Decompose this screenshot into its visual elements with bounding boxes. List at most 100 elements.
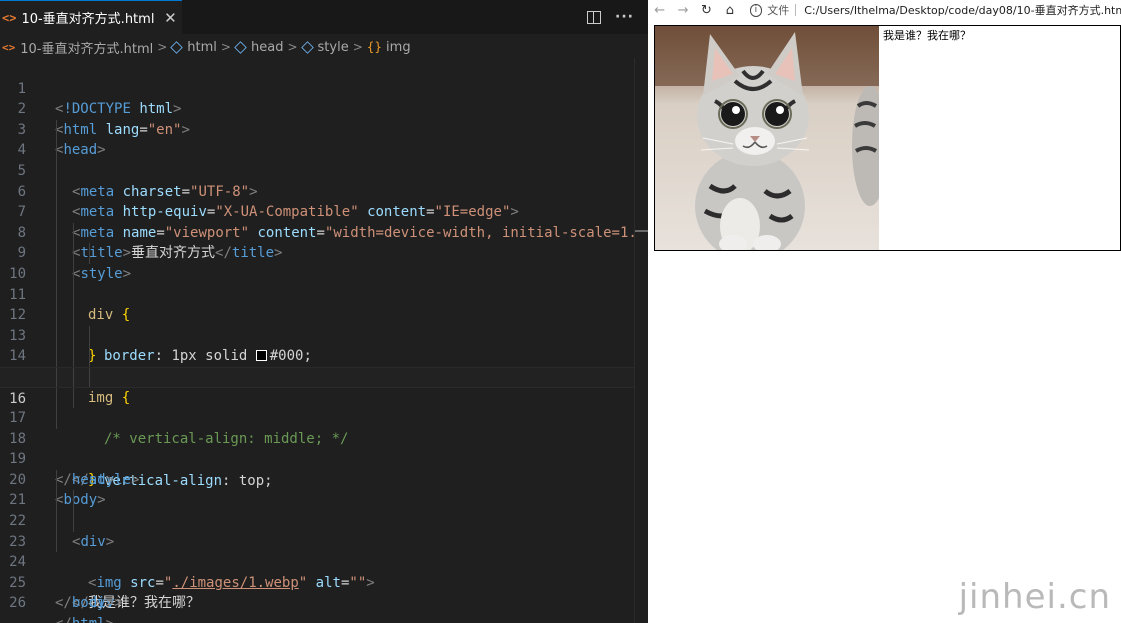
- indent-guide: [56, 490, 57, 512]
- breadcrumb-style[interactable]: style: [300, 39, 349, 55]
- code-line-current: 16 vertical-align: top;: [0, 366, 634, 489]
- chevron-right-icon: >: [352, 40, 363, 54]
- indent-guide: [56, 119, 57, 141]
- token: </: [55, 616, 72, 623]
- code-line: 15: [0, 346, 634, 385]
- indent-guide: [73, 387, 74, 409]
- code-line: 9 div {: [0, 222, 634, 323]
- editor-tab-bar: <> 10-垂直对齐方式.html ✕ ···: [0, 0, 648, 34]
- editor-scrollbar[interactable]: [634, 58, 649, 623]
- code-line: 5 <meta http-equiv="X-UA-Compatible" con…: [0, 140, 634, 220]
- indent-guide: [56, 222, 57, 244]
- indent-guide: [56, 305, 57, 326]
- back-arrow-icon[interactable]: ←: [648, 3, 671, 18]
- protocol-label: 文件: [767, 4, 790, 17]
- reload-icon[interactable]: ↻: [695, 3, 718, 18]
- code-line: 14 /* vertical-align: middle; */: [0, 325, 634, 447]
- indent-guide: [56, 160, 57, 182]
- code-line: 1 <!DOCTYPE html>: [0, 58, 634, 118]
- indent-guide: [56, 284, 57, 306]
- code-line: 10 border: 1px solid #000;: [0, 243, 634, 364]
- indent-guide: [56, 408, 57, 429]
- browser-toolbar: ← → ↻ ⌂ i 文件 C:/Users/Ithelma/Desktop/co…: [648, 0, 1121, 20]
- token: body: [71, 595, 106, 612]
- code-line: 26 </html>: [0, 573, 634, 623]
- code-text: </html>: [55, 614, 114, 623]
- code-line: 19 </head>: [0, 429, 634, 488]
- breadcrumb: <> 10-垂直对齐方式.html > html > head > style …: [0, 36, 648, 58]
- code-line: 11 }: [0, 263, 634, 364]
- indent-guide: [56, 325, 57, 347]
- indent-guide: [56, 469, 57, 491]
- css-rule-icon: {}: [366, 40, 383, 54]
- indent-guide: [89, 346, 90, 367]
- code-line: 24 </div>: [0, 531, 634, 611]
- close-icon[interactable]: ✕: [162, 9, 178, 27]
- breadcrumb-html-label: html: [187, 39, 217, 55]
- line-number: 26: [9, 595, 26, 612]
- breadcrumb-head[interactable]: head: [234, 39, 284, 55]
- address-bar[interactable]: C:/Users/Ithelma/Desktop/code/day08/10-垂…: [804, 2, 1121, 18]
- more-actions-icon[interactable]: ···: [615, 9, 634, 25]
- indent-guide: [73, 367, 74, 387]
- indent-guide: [89, 243, 90, 264]
- home-icon[interactable]: ⌂: [718, 3, 741, 18]
- breadcrumb-file-label: 10-垂直对齐方式.html: [20, 41, 154, 57]
- indent-guide: [73, 263, 74, 285]
- chevron-right-icon: >: [287, 40, 298, 54]
- browser-window: ← → ↻ ⌂ i 文件 C:/Users/Ithelma/Desktop/co…: [648, 0, 1121, 623]
- token: >: [105, 595, 115, 612]
- indent-guide: [89, 325, 90, 347]
- code-line: 13 img {: [0, 305, 634, 406]
- indent-guide: [56, 243, 57, 264]
- code-text: </body>: [55, 593, 114, 614]
- indent-guide: [73, 325, 74, 347]
- code-line: 23 我是谁？我在哪？: [0, 511, 634, 611]
- scroll-position-marker: [635, 230, 649, 232]
- editor-tab[interactable]: <> 10-垂直对齐方式.html ✕: [0, 0, 182, 34]
- element-cube-icon: [234, 40, 247, 54]
- indent-guide: [73, 490, 74, 512]
- breadcrumb-head-label: head: [250, 39, 284, 55]
- breadcrumb-file[interactable]: <> 10-垂直对齐方式.html: [2, 38, 153, 57]
- token: >: [106, 616, 114, 623]
- token: html: [72, 616, 106, 623]
- code-line: 7 <title>垂直对齐方式</title>: [0, 181, 634, 261]
- code-line: 22 <img src="./images/1.webp" alt="">: [0, 490, 634, 591]
- forward-arrow-icon[interactable]: →: [671, 3, 694, 18]
- indent-guide: [73, 243, 74, 264]
- code-line: 17 }: [0, 387, 634, 488]
- element-cube-icon: [300, 40, 314, 54]
- bordered-div: 我是谁？我在哪？: [654, 25, 1121, 251]
- editor-actions: ···: [587, 0, 634, 34]
- indent-guide: [56, 181, 57, 203]
- indent-guide: [56, 263, 57, 285]
- indent-guide: [56, 140, 57, 161]
- indent-guide: [73, 284, 74, 306]
- token: >: [114, 595, 123, 612]
- code-line: 3 <head>: [0, 99, 634, 159]
- code-area[interactable]: 1 <!DOCTYPE html> 2 <html lang="en"> 3 <…: [0, 58, 662, 623]
- split-editor-icon[interactable]: [587, 10, 602, 24]
- breadcrumb-img[interactable]: {} img: [367, 40, 411, 55]
- watermark: jinhei.cn: [958, 577, 1111, 617]
- indent-guide: [56, 367, 57, 387]
- tab-title: 10-垂直对齐方式.html: [21, 12, 155, 27]
- page-viewport: 我是谁？我在哪？: [648, 20, 1121, 623]
- code-line: 25 </body>: [0, 552, 634, 612]
- breadcrumb-img-label: img: [386, 39, 411, 55]
- indent-guide: [56, 387, 57, 409]
- token: </: [55, 595, 72, 612]
- html-file-icon: <>: [2, 10, 17, 25]
- indent-guide: [73, 346, 74, 367]
- indent-guide: [56, 511, 57, 532]
- breadcrumb-html[interactable]: html: [170, 39, 217, 55]
- indent-guide: [89, 367, 90, 387]
- code-line: 8 <style>: [0, 202, 634, 282]
- indent-guide: [56, 531, 57, 553]
- code-line: 4 <meta charset="UTF-8">: [0, 119, 634, 200]
- chevron-right-icon: >: [157, 40, 168, 54]
- element-cube-icon: [170, 40, 184, 54]
- info-icon[interactable]: i: [749, 3, 763, 17]
- breadcrumb-style-label: style: [317, 39, 349, 55]
